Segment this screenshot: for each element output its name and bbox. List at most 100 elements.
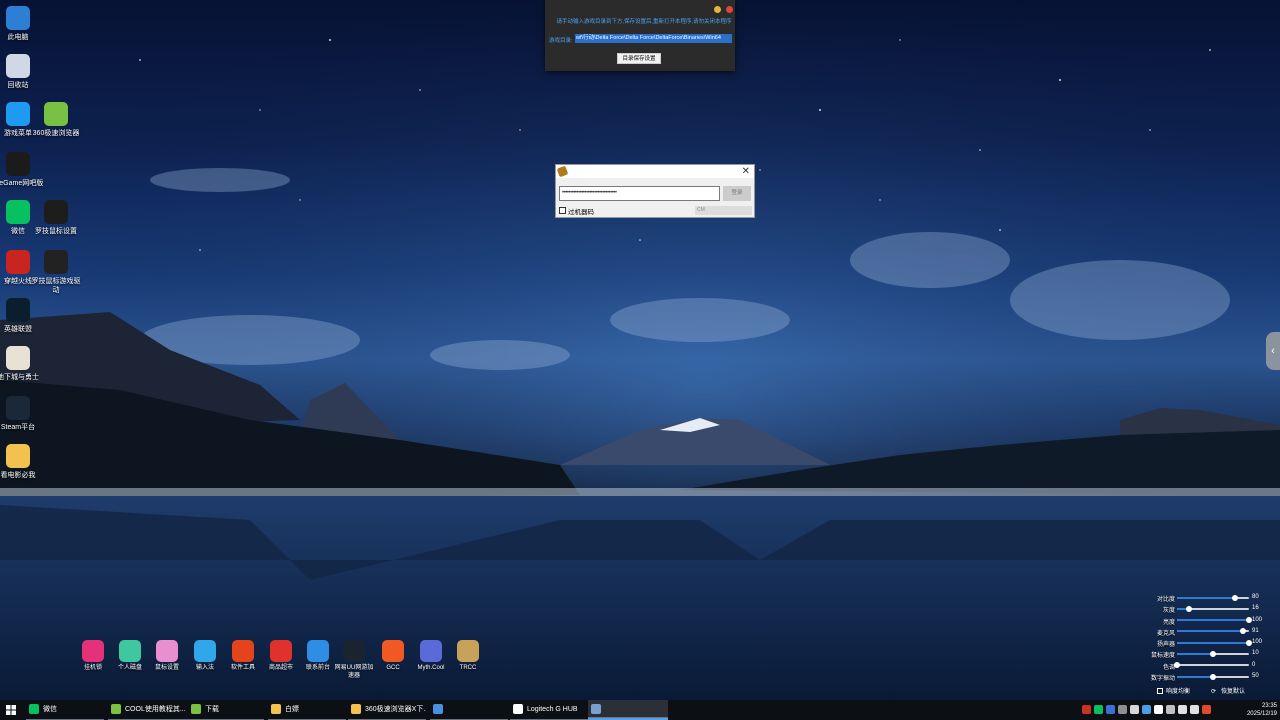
desktop-icon[interactable]: Steam平台 (0, 396, 44, 432)
taskbar-item[interactable]: 下载 (188, 700, 264, 720)
password-input[interactable]: •••••••••••••••••••••••••••••••••• (559, 186, 720, 201)
slider-handle[interactable] (1174, 662, 1180, 669)
slider-handle[interactable] (1210, 673, 1216, 680)
tray-app-icon[interactable] (1082, 705, 1091, 714)
save-directory-button[interactable]: 目录保存设置 (617, 53, 661, 64)
slider-track[interactable] (1177, 639, 1252, 646)
slider-handle[interactable] (1210, 650, 1216, 657)
slider-fill (1177, 652, 1213, 655)
tray-network-icon[interactable] (1178, 705, 1187, 714)
status-bar: CM (695, 206, 752, 215)
refresh-icon: ⟳ (1211, 689, 1217, 695)
restore-default-button[interactable]: ⟳ 恢复默认 (1211, 686, 1245, 695)
slider-track[interactable] (1174, 662, 1249, 669)
taskbar-item[interactable] (588, 700, 668, 720)
tray-app-icon[interactable] (1130, 705, 1139, 714)
disk-icon (119, 640, 141, 662)
taskbar-item[interactable] (430, 700, 508, 720)
loudness-equalization-toggle[interactable]: 响度均衡 (1157, 686, 1190, 695)
taskbar-item-label: 下载 (205, 706, 219, 713)
tray-app-icon[interactable] (1166, 705, 1175, 714)
app-label: 网易UU网游加速器 (334, 665, 374, 679)
tray-app-icon[interactable] (1106, 705, 1115, 714)
slider-track[interactable] (1177, 617, 1252, 624)
app-launcher[interactable]: GCC (372, 640, 414, 672)
slider-value: 91 (1252, 627, 1259, 634)
login-button[interactable]: 登录 (723, 186, 751, 201)
app-launcher[interactable]: 挂机锁 (72, 640, 114, 672)
desktop-icon[interactable]: 此电脑 (0, 6, 44, 42)
gcc-icon (382, 640, 404, 662)
taskbar-item[interactable]: Logitech G HUB (510, 700, 588, 720)
app-launcher[interactable]: Myth.Cool (410, 640, 452, 672)
slider-track[interactable] (1177, 628, 1249, 635)
tray-app-icon[interactable] (1154, 705, 1163, 714)
cart-icon (270, 640, 292, 662)
side-panel-toggle[interactable]: ‹ (1266, 332, 1280, 370)
app-launcher[interactable]: 软件工具 (222, 640, 264, 672)
app-launcher[interactable]: 个人磁盘 (109, 640, 151, 672)
desktop-icon[interactable]: 回收站 (0, 54, 44, 90)
slider-track[interactable] (1177, 673, 1249, 680)
desktop-icon[interactable]: 看电影必我 (0, 444, 44, 480)
slider-handle[interactable] (1239, 628, 1246, 635)
wechat-icon (29, 704, 39, 715)
slider-track[interactable] (1177, 594, 1249, 601)
slider-fill (1177, 641, 1249, 644)
taskbar-item-label: 微信 (43, 706, 57, 713)
app-launcher[interactable]: 鼠标设置 (146, 640, 188, 672)
movie-icon (6, 444, 30, 468)
windows-start-icon[interactable] (6, 705, 16, 715)
app-launcher[interactable]: TRCC (447, 640, 489, 672)
slider-handle[interactable] (1185, 605, 1192, 612)
taskbar-clock[interactable]: 23:35 2025/12/19 (1240, 702, 1277, 718)
app-label: 鼠标设置 (154, 665, 179, 671)
desktop-icon[interactable]: 英雄联盟 (0, 298, 44, 334)
loudness-checkbox[interactable] (1157, 688, 1163, 695)
taskbar-item[interactable]: 360极速浏览器X下... (348, 700, 426, 720)
tray-app-icon[interactable] (1142, 705, 1151, 714)
app-label: 软件工具 (230, 665, 255, 671)
taskbar-item[interactable]: 白嫖 (268, 700, 346, 720)
slider-value: 16 (1252, 605, 1259, 612)
desktop-icon[interactable]: 罗技鼠标游戏驱动 (30, 250, 82, 295)
desktop-icon[interactable]: WeGame网吧版 (0, 152, 44, 188)
close-dot-icon[interactable] (726, 6, 733, 13)
folder-icon (271, 704, 281, 715)
app-launcher[interactable]: 网易UU网游加速器 (333, 640, 375, 680)
game-directory-popup: 请手动输入游戏目录到下方,保存设置后,重新打开本程序,请勿关闭本程序 游戏目录:… (545, 0, 735, 71)
slider-fill (1177, 619, 1249, 622)
uu-icon (343, 640, 365, 662)
dialog-titlebar[interactable]: ✕ (556, 165, 754, 178)
app-launcher[interactable]: 输入法 (184, 640, 226, 672)
tray-volume-icon[interactable] (1190, 705, 1199, 714)
slider-handle[interactable] (1231, 594, 1238, 601)
slider-row: 麦克风 91 (1140, 626, 1270, 637)
display-settings-panel: 对比度 80 灰度 16 亮度 100 麦克风 91 扬声器 100 鼠标速度 10 色调 0 数字振动 50 (1140, 592, 1270, 682)
desktop-icon[interactable]: 地下城与勇士 (0, 346, 44, 382)
minimize-dot-icon[interactable] (714, 6, 721, 13)
bypass-machine-code-checkbox[interactable] (559, 207, 566, 214)
app-launcher[interactable]: 商品超市 (260, 640, 302, 672)
app-label: GCC (386, 665, 400, 671)
slider-track[interactable] (1177, 650, 1249, 657)
taskbar-item[interactable]: 微信 (26, 700, 104, 720)
slider-row: 对比度 80 (1140, 592, 1270, 603)
tray-wechat-icon[interactable] (1094, 705, 1103, 714)
slider-value: 100 (1252, 616, 1263, 623)
close-icon[interactable]: ✕ (742, 165, 750, 178)
desktop-icon[interactable]: 360极速浏览器 (30, 102, 82, 138)
desktop-wallpaper (0, 0, 1280, 700)
tray-app-icon[interactable] (1202, 705, 1211, 714)
desktop-icon[interactable]: 罗技鼠标设置 (30, 200, 82, 236)
tray-app-icon[interactable] (1118, 705, 1127, 714)
slider-value: 100 (1252, 639, 1263, 646)
slider-row: 亮度 100 (1140, 615, 1270, 626)
recycle-bin-icon (6, 54, 30, 78)
directory-input[interactable]: wf\行动\Delta Force\Delta Force\DeltaForce… (575, 34, 732, 43)
taskbar-item[interactable]: COOL使用教程其... (108, 700, 188, 720)
monitor-icon (6, 6, 30, 30)
slider-track[interactable] (1177, 605, 1249, 612)
app-label: 商品超市 (268, 665, 293, 671)
contact-icon (307, 640, 329, 662)
